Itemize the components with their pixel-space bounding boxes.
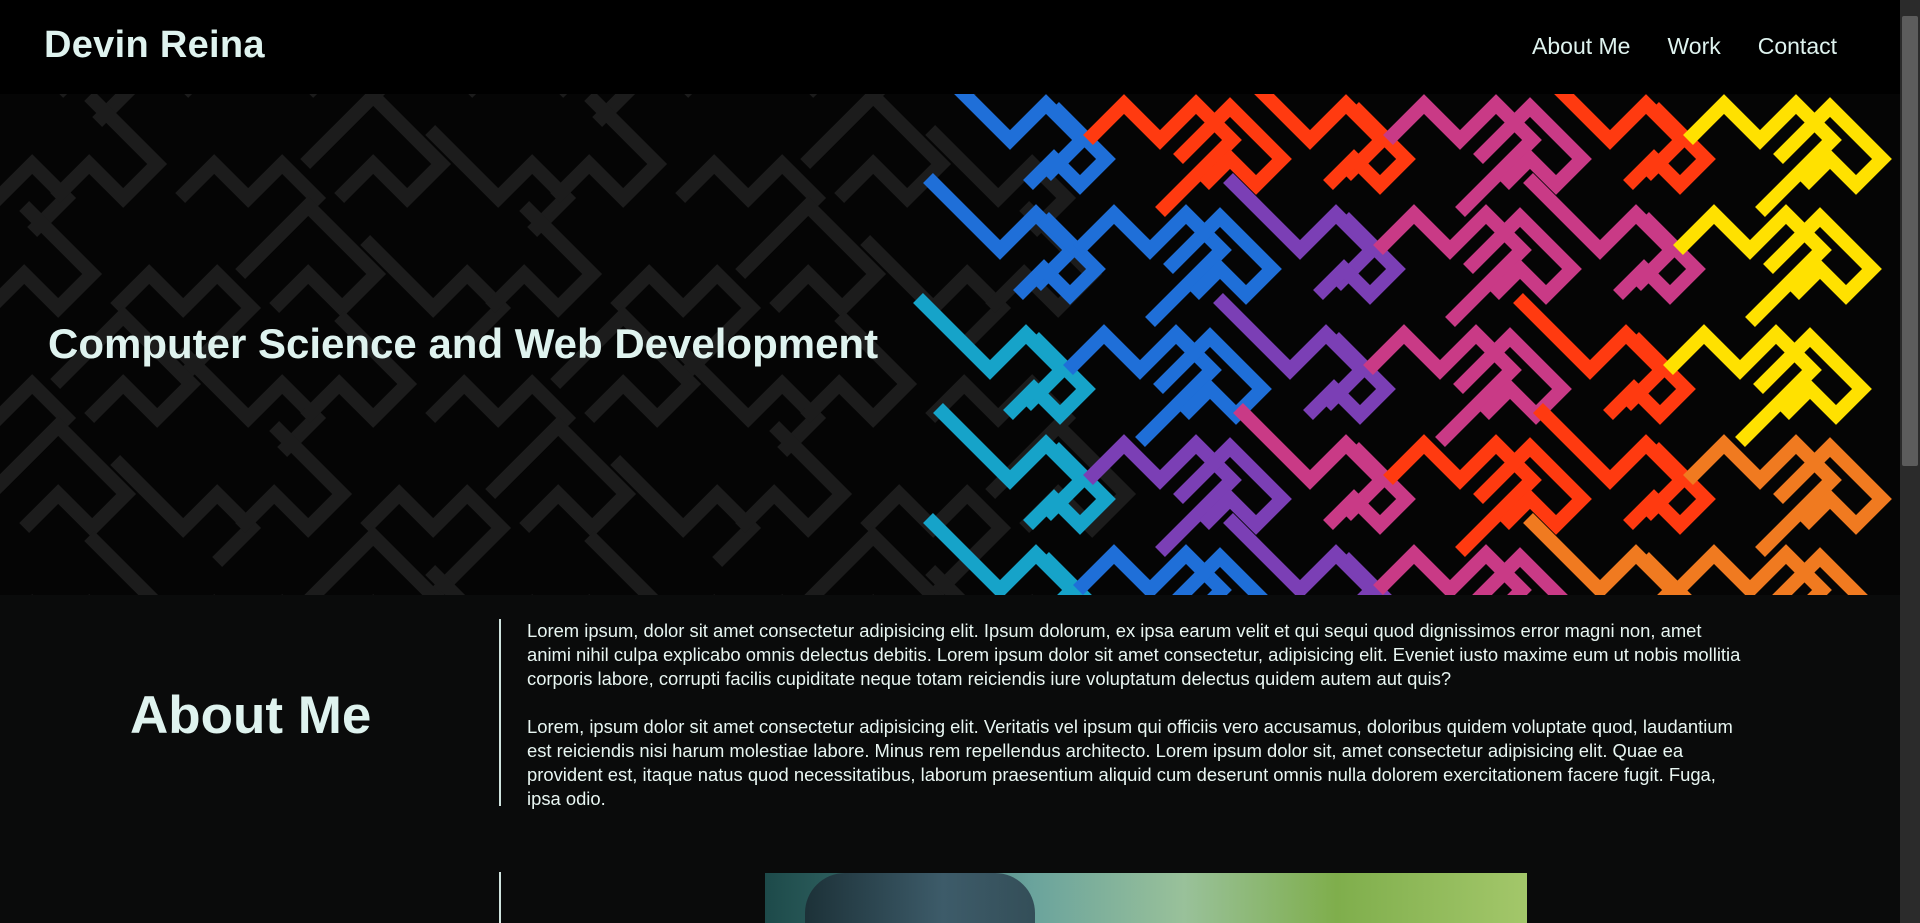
maze-line-dark: [300, 94, 452, 208]
maze-line-dark: [550, 94, 668, 208]
maze-line-dark: [584, 531, 659, 595]
maze-line-dark: [31, 594, 34, 595]
maze-line-dark: [50, 94, 168, 208]
page: Devin Reina About Me Work Contact Comput…: [0, 0, 1900, 923]
page-scrollbar[interactable]: [1900, 0, 1920, 923]
maze-line-dark: [84, 531, 159, 595]
maze-line-dark: [110, 455, 262, 567]
maze-line-dark: [304, 526, 443, 595]
about-heading: About Me: [130, 686, 372, 745]
nav-link-about-me[interactable]: About Me: [1532, 33, 1630, 60]
maze-line-dark: [0, 201, 103, 318]
maze-line-dark: [735, 196, 887, 318]
scrollbar-thumb[interactable]: [1902, 16, 1918, 466]
about-section: About Me Lorem ipsum, dolor sit amet con…: [0, 595, 1900, 923]
about-text: Lorem ipsum, dolor sit amet consectetur …: [527, 619, 1747, 811]
maze-line-dark: [804, 526, 943, 595]
about-paragraph: Lorem, ipsum dolor sit amet consectetur …: [527, 716, 1733, 809]
maze-line-dark: [0, 416, 137, 538]
hero-banner: Computer Science and Web Development: [0, 94, 1900, 595]
maze-line-dark: [800, 94, 952, 208]
nav-link-work[interactable]: Work: [1667, 33, 1720, 60]
maze-line-dark: [860, 235, 1012, 347]
maze-line-dark: [235, 196, 387, 318]
nav-link-contact[interactable]: Contact: [1758, 33, 1837, 60]
main-nav: About Me Work Contact: [1532, 33, 1837, 60]
maze-line-dark: [735, 421, 853, 538]
photo-figure: [805, 873, 1035, 923]
profile-photo: [765, 873, 1527, 923]
hero-tagline: Computer Science and Web Development: [48, 320, 879, 367]
maze-line-dark: [610, 455, 762, 567]
section-divider: [499, 619, 501, 806]
maze-line-dark: [485, 201, 603, 318]
section-divider: [499, 872, 501, 923]
maze-line-dark: [485, 416, 637, 538]
maze-line-dark: [425, 125, 577, 237]
site-brand[interactable]: Devin Reina: [44, 24, 265, 67]
about-paragraph: Lorem ipsum, dolor sit amet consectetur …: [527, 620, 1741, 689]
maze-line-dark: [235, 421, 353, 538]
top-navbar: Devin Reina About Me Work Contact: [0, 0, 1900, 94]
